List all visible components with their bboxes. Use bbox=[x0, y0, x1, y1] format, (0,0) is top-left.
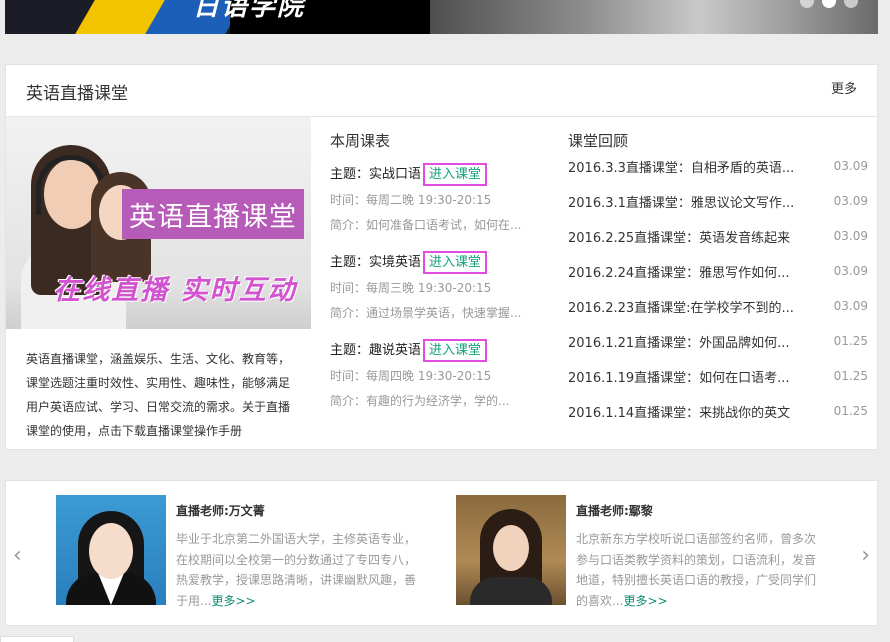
lesson-topic: 主题：实境英语 进入课堂 bbox=[330, 251, 550, 274]
review-item-title[interactable]: 2016.2.24直播课堂：雅思写作如何... bbox=[568, 262, 818, 281]
teacher-card: 直播老师:万文菁 毕业于北京第二外国语大学，主修英语专业，在校期间以全校第一的分… bbox=[56, 495, 436, 608]
review-item-date: 03.09 bbox=[833, 299, 868, 313]
lesson-item: 主题：实境英语 进入课堂 时间：每周三晚 19:30-20:15 简介：通过场景学… bbox=[330, 251, 550, 321]
teacher-carousel: ‹ 直播老师:万文菁 毕业于北京第二外国语大学，主修英语专业，在校期间以全校第一… bbox=[5, 480, 878, 626]
carousel-dot-active[interactable] bbox=[822, 0, 836, 8]
promo-tagline: 在线直播 实时互动 bbox=[53, 274, 297, 306]
top-banner[interactable]: 日语学院 bbox=[5, 0, 878, 34]
lesson-item: 主题：实战口语 进入课堂 时间：每周二晚 19:30-20:15 简介：如何准备口… bbox=[330, 163, 550, 233]
review-item[interactable]: 2016.3.1直播课堂：雅思议论文写作... 03.09 bbox=[568, 192, 868, 227]
schedule-title: 本周课表 bbox=[330, 132, 391, 150]
more-link[interactable]: 更多 bbox=[831, 78, 857, 97]
review-item-title[interactable]: 2016.1.14直播课堂：来挑战你的英文 bbox=[568, 402, 818, 421]
lesson-brief[interactable]: 简介：如何准备口语考试，如何在... bbox=[330, 216, 550, 233]
lesson-brief[interactable]: 简介：通过场景学英语，快速掌握... bbox=[330, 304, 550, 321]
chevron-right-icon[interactable]: › bbox=[861, 543, 870, 568]
review-item[interactable]: 2016.2.23直播课堂:在学校学不到的... 03.09 bbox=[568, 297, 868, 332]
review-item[interactable]: 2016.2.24直播课堂：雅思写作如何... 03.09 bbox=[568, 262, 868, 297]
teacher-photo[interactable] bbox=[56, 495, 166, 605]
class-review: 课堂回顾 2016.3.3直播课堂：自相矛盾的英语... 03.09 2016.3… bbox=[568, 117, 868, 421]
lesson-topic: 主题：实战口语 进入课堂 bbox=[330, 163, 550, 186]
carousel-dot[interactable] bbox=[800, 0, 814, 8]
lesson-time: 时间：每周三晚 19:30-20:15 bbox=[330, 281, 492, 295]
lesson-time: 时间：每周四晚 19:30-20:15 bbox=[330, 369, 492, 383]
teacher-figure bbox=[470, 577, 552, 605]
teacher-name[interactable]: 直播老师:万文菁 bbox=[176, 502, 426, 519]
review-item-date: 01.25 bbox=[833, 404, 868, 418]
teacher-figure bbox=[493, 525, 529, 571]
review-item[interactable]: 2016.1.14直播课堂：来挑战你的英文 01.25 bbox=[568, 402, 868, 437]
review-item-title[interactable]: 2016.2.23直播课堂:在学校学不到的... bbox=[568, 297, 818, 316]
enter-classroom-button[interactable]: 进入课堂 bbox=[423, 339, 488, 362]
teacher-bio: 北京新东方学校听说口语部签约名师，曾多次参与口语类教学资料的策划，口语流利，发音… bbox=[576, 529, 826, 611]
lesson-item: 主题：趣说英语 进入课堂 时间：每周四晚 19:30-20:15 简介：有趣的行为… bbox=[330, 339, 550, 409]
teacher-name[interactable]: 直播老师:鄢黎 bbox=[576, 502, 826, 519]
panel-header: 英语直播课堂 更多 bbox=[6, 65, 877, 117]
review-item-title[interactable]: 2016.2.25直播课堂：英语发音练起来 bbox=[568, 227, 818, 246]
review-item-date: 03.09 bbox=[833, 264, 868, 278]
review-item-title[interactable]: 2016.3.3直播课堂：自相矛盾的英语... bbox=[568, 157, 818, 176]
lesson-brief[interactable]: 简介：有趣的行为经济学，学的... bbox=[330, 392, 550, 409]
promo-description[interactable]: 英语直播课堂，涵盖娱乐、生活、文化、教育等，课堂选题注重时效性、实用性、趣味性，… bbox=[26, 347, 298, 443]
review-item-date: 03.09 bbox=[833, 159, 868, 173]
promo-image[interactable]: 英语直播课堂 在线直播 实时互动 bbox=[6, 117, 311, 329]
review-item-title[interactable]: 2016.1.21直播课堂：外国品牌如何... bbox=[568, 332, 818, 351]
review-item-date: 01.25 bbox=[833, 369, 868, 383]
lesson-time: 时间：每周二晚 19:30-20:15 bbox=[330, 193, 492, 207]
review-item-title[interactable]: 2016.1.19直播课堂：如何在口语考... bbox=[568, 367, 818, 386]
live-class-panel: 英语直播课堂 更多 英语直播课堂 在线直播 实时互动 英语直播课堂，涵盖娱乐、生… bbox=[5, 64, 878, 450]
teacher-info: 直播老师:万文菁 毕业于北京第二外国语大学，主修英语专业，在校期间以全校第一的分… bbox=[176, 495, 426, 611]
lesson-topic: 主题：趣说英语 进入课堂 bbox=[330, 339, 550, 362]
teacher-more-link[interactable]: 更多>> bbox=[623, 594, 667, 608]
chevron-left-icon[interactable]: ‹ bbox=[13, 543, 22, 568]
review-item-date: 01.25 bbox=[833, 334, 868, 348]
review-item[interactable]: 2016.1.21直播课堂：外国品牌如何... 01.25 bbox=[568, 332, 868, 367]
review-item[interactable]: 2016.1.19直播课堂：如何在口语考... 01.25 bbox=[568, 367, 868, 402]
banner-text: 日语学院 bbox=[193, 0, 306, 22]
promo-headline: 英语直播课堂 bbox=[122, 189, 304, 239]
review-item-date: 03.09 bbox=[833, 229, 868, 243]
footer-tab bbox=[0, 636, 74, 642]
panel-title: 英语直播课堂 bbox=[26, 84, 128, 104]
review-item-title[interactable]: 2016.3.1直播课堂：雅思议论文写作... bbox=[568, 192, 818, 211]
teacher-info: 直播老师:鄢黎 北京新东方学校听说口语部签约名师，曾多次参与口语类教学资料的策划… bbox=[576, 495, 826, 611]
review-item[interactable]: 2016.2.25直播课堂：英语发音练起来 03.09 bbox=[568, 227, 868, 262]
teacher-more-link[interactable]: 更多>> bbox=[211, 594, 255, 608]
teacher-bio: 毕业于北京第二外国语大学，主修英语专业，在校期间以全校第一的分数通过了专四专八，… bbox=[176, 529, 426, 611]
enter-classroom-button[interactable]: 进入课堂 bbox=[423, 163, 488, 186]
lesson-topic-label: 主题：实境英语 bbox=[330, 255, 422, 270]
review-title: 课堂回顾 bbox=[568, 132, 629, 150]
review-item-date: 03.09 bbox=[833, 194, 868, 208]
enter-classroom-button[interactable]: 进入课堂 bbox=[423, 251, 488, 274]
carousel-dots bbox=[800, 0, 858, 8]
review-item[interactable]: 2016.3.3直播课堂：自相矛盾的英语... 03.09 bbox=[568, 157, 868, 192]
weekly-schedule: 本周课表 主题：实战口语 进入课堂 时间：每周二晚 19:30-20:15 简介：… bbox=[330, 117, 550, 408]
teacher-card: 直播老师:鄢黎 北京新东方学校听说口语部签约名师，曾多次参与口语类教学资料的策划… bbox=[456, 495, 836, 608]
lesson-topic-label: 主题：实战口语 bbox=[330, 167, 422, 182]
teacher-figure bbox=[89, 523, 133, 579]
carousel-dot[interactable] bbox=[844, 0, 858, 8]
teacher-photo[interactable] bbox=[456, 495, 566, 605]
review-list: 2016.3.3直播课堂：自相矛盾的英语... 03.09 2016.3.1直播课… bbox=[568, 157, 868, 437]
teacher-bio-text: 北京新东方学校听说口语部签约名师，曾多次参与口语类教学资料的策划，口语流利，发音… bbox=[576, 532, 817, 608]
lesson-topic-label: 主题：趣说英语 bbox=[330, 343, 422, 358]
